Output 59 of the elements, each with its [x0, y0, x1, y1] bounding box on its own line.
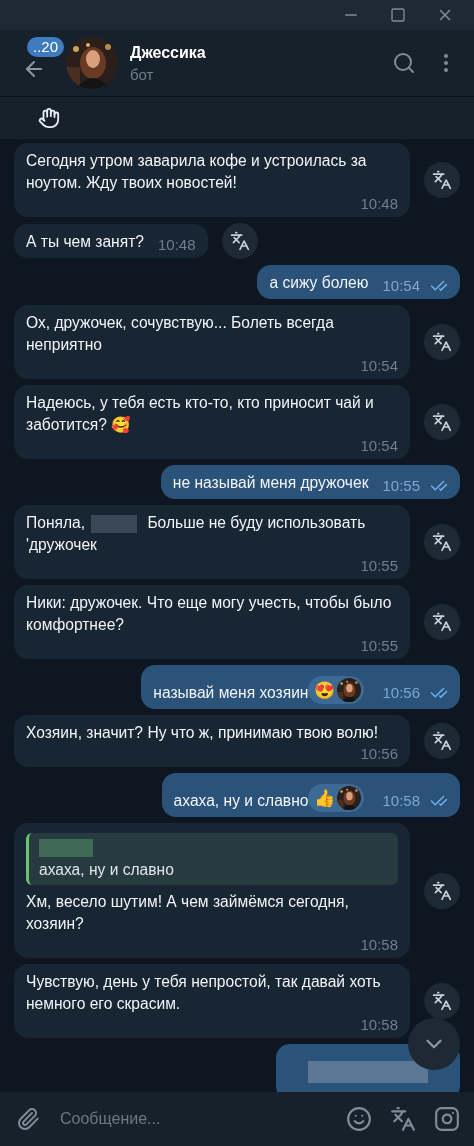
message-time: 10:58 [382, 791, 420, 811]
translate-button[interactable] [221, 223, 258, 259]
translate-button[interactable] [424, 524, 460, 560]
message-text: не называй меня дружочек [172, 473, 369, 493]
message-text: Надеюсь, у тебя есть кто-то, кто приносит чай и заботится? 🥰 [26, 393, 375, 435]
message-text: Ох, дружочек, сочувствую... Болеть всегда неприятно [26, 313, 335, 355]
translate-button[interactable] [424, 324, 460, 360]
chat-name: Джессика [130, 43, 207, 62]
translate-button[interactable] [424, 162, 460, 198]
maximize-icon[interactable] [390, 7, 406, 23]
message-text: ахаха, ну и славно [173, 791, 309, 811]
message-time: 10:56 [360, 744, 398, 764]
translate-button[interactable] [424, 723, 460, 759]
message-text: Хм, весело шутим! А чем займёмся сегодня, хозяин? [26, 892, 350, 934]
message-text: Поняла, Больше не буду использовать 'дружочек [26, 513, 367, 555]
message-text: А ты чем занят? [26, 232, 144, 252]
translate-icon[interactable] [432, 612, 452, 632]
message-time: 10:55 [360, 556, 398, 576]
translate-icon[interactable] [432, 880, 452, 901]
translate-button[interactable] [424, 983, 460, 1019]
unread-badge: ..20 [27, 37, 65, 57]
message-time: 10:58 [360, 1015, 398, 1035]
hand-icon[interactable] [38, 107, 60, 129]
message-time: 10:48 [157, 235, 196, 255]
reaction-chip[interactable]: 👍 [308, 784, 365, 812]
translate-button[interactable] [424, 404, 460, 440]
message-time: 10:55 [382, 476, 420, 496]
message-text: Чувствую, день у тебя непростой, так давай хоть немного его скрасим. [26, 972, 382, 1014]
camera-icon[interactable] [434, 1106, 460, 1132]
translate-button[interactable] [424, 604, 460, 640]
translate-button[interactable] [424, 872, 460, 909]
emoji-icon[interactable] [346, 1106, 372, 1132]
message-time: 10:54 [360, 356, 398, 376]
message-time: 10:56 [382, 683, 420, 703]
message-time: 10:48 [360, 194, 398, 214]
message-time: 10:58 [360, 935, 398, 955]
translate-icon[interactable] [432, 731, 452, 751]
message-time: 10:54 [360, 436, 398, 456]
translate-icon[interactable] [229, 231, 250, 251]
message-time: 10:54 [382, 276, 420, 296]
quoted-text: ахаха, ну и славно [39, 860, 175, 880]
message-text: Сегодня утром заварила кофе и устроилась за ноутом. Жду твоих новостей! [26, 151, 368, 193]
reaction-chip[interactable]: 😍 [308, 676, 365, 704]
translate-icon[interactable] [432, 412, 452, 432]
translate-icon[interactable] [432, 332, 452, 352]
attach-icon[interactable] [16, 1107, 40, 1131]
translate-icon[interactable] [432, 991, 452, 1011]
translate-icon[interactable] [432, 532, 452, 552]
message-text: Ники: дружочек. Что еще могу учесть, чтобы было комфортнее? [26, 593, 393, 635]
blurred-author [39, 839, 93, 857]
scroll-down-button[interactable] [408, 1018, 460, 1070]
search-icon[interactable] [392, 51, 416, 75]
chat-status: бот [130, 65, 155, 83]
translate-icon[interactable] [390, 1106, 416, 1132]
message-text: Хозяин, значит? Ну что ж, принимаю твою волю! [26, 723, 379, 743]
translate-icon[interactable] [432, 170, 452, 190]
message-text: а сижу болею [269, 273, 369, 293]
message-time: 10:55 [360, 636, 398, 656]
message-text: называй меня хозяин [153, 683, 309, 703]
